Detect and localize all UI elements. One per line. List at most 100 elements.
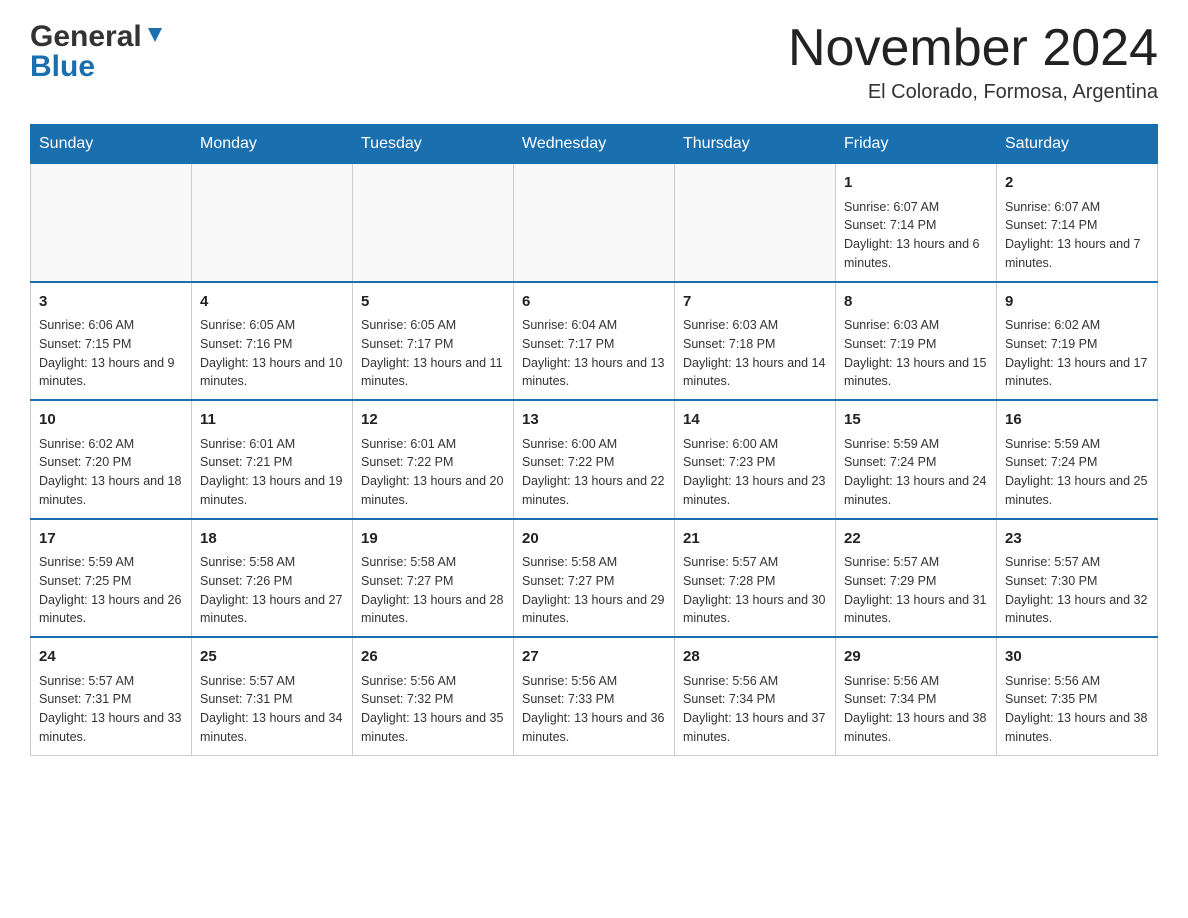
calendar-cell: 26Sunrise: 5:56 AM Sunset: 7:32 PM Dayli… [353, 637, 514, 755]
day-info: Sunrise: 6:04 AM Sunset: 7:17 PM Dayligh… [522, 316, 666, 391]
day-number: 11 [200, 409, 344, 432]
calendar-cell: 28 Sunrise: 5:56 AM Sunset: 7:34 PM Dayli… [675, 637, 836, 755]
day-info: Sunrise: 5:58 AM Sunset: 7:27 PM Dayligh… [522, 553, 666, 628]
month-title: November 2024 [788, 20, 1158, 77]
day-info: Sunrise: 5:57 AM Sunset: 7:30 PM Dayligh… [1005, 553, 1149, 628]
location-subtitle: El Colorado, Formosa, Argentina [788, 81, 1158, 104]
day-info: Sunrise: 6:03 AM Sunset: 7:18 PM Dayligh… [683, 316, 827, 391]
day-number: 22 [844, 528, 988, 551]
day-info: Sunrise: 6:01 AM Sunset: 7:22 PM Dayligh… [361, 435, 505, 510]
page-header: General Blue November 2024 El Colorado, … [30, 20, 1158, 104]
day-info: Sunrise: 5:57 AM Sunset: 7:28 PM Dayligh… [683, 553, 827, 628]
day-number: 18 [200, 528, 344, 551]
day-number: 7 [683, 291, 827, 314]
day-number: 29 [844, 646, 988, 669]
calendar-cell [514, 164, 675, 282]
calendar-cell: 27Sunrise: 5:56 AM Sunset: 7:33 PM Dayli… [514, 637, 675, 755]
day-info: Sunrise: 6:02 AM Sunset: 7:20 PM Dayligh… [39, 435, 183, 510]
calendar-header-thursday: Thursday [675, 125, 836, 164]
calendar-cell: 11 Sunrise: 6:01 AM Sunset: 7:21 PM Dayli… [192, 400, 353, 519]
calendar-header-friday: Friday [836, 125, 997, 164]
calendar-cell: 7Sunrise: 6:03 AM Sunset: 7:18 PM Daylig… [675, 282, 836, 401]
day-info: Sunrise: 5:56 AM Sunset: 7:32 PM Dayligh… [361, 672, 505, 747]
day-info: Sunrise: 5:58 AM Sunset: 7:27 PM Dayligh… [361, 553, 505, 628]
calendar-cell: 1 Sunrise: 6:07 AM Sunset: 7:14 PM Daylig… [836, 164, 997, 282]
calendar-cell: 23Sunrise: 5:57 AM Sunset: 7:30 PM Dayli… [997, 519, 1158, 638]
day-number: 10 [39, 409, 183, 432]
calendar-cell: 12 Sunrise: 6:01 AM Sunset: 7:22 PM Dayli… [353, 400, 514, 519]
calendar-cell: 16Sunrise: 5:59 AM Sunset: 7:24 PM Dayli… [997, 400, 1158, 519]
day-number: 9 [1005, 291, 1149, 314]
day-info: Sunrise: 5:58 AM Sunset: 7:26 PM Dayligh… [200, 553, 344, 628]
day-info: Sunrise: 5:56 AM Sunset: 7:34 PM Dayligh… [844, 672, 988, 747]
day-info: Sunrise: 6:07 AM Sunset: 7:14 PM Dayligh… [1005, 198, 1149, 273]
day-number: 24 [39, 646, 183, 669]
day-number: 14 [683, 409, 827, 432]
day-number: 25 [200, 646, 344, 669]
calendar-week-row: 3Sunrise: 6:06 AM Sunset: 7:15 PM Daylig… [31, 282, 1158, 401]
calendar-header-tuesday: Tuesday [353, 125, 514, 164]
calendar-header-sunday: Sunday [31, 125, 192, 164]
day-info: Sunrise: 6:06 AM Sunset: 7:15 PM Dayligh… [39, 316, 183, 391]
calendar-week-row: 10 Sunrise: 6:02 AM Sunset: 7:20 PM Dayli… [31, 400, 1158, 519]
calendar-cell: 9Sunrise: 6:02 AM Sunset: 7:19 PM Daylig… [997, 282, 1158, 401]
calendar-cell [353, 164, 514, 282]
calendar-cell: 24Sunrise: 5:57 AM Sunset: 7:31 PM Dayli… [31, 637, 192, 755]
day-info: Sunrise: 5:57 AM Sunset: 7:31 PM Dayligh… [200, 672, 344, 747]
calendar-cell: 3Sunrise: 6:06 AM Sunset: 7:15 PM Daylig… [31, 282, 192, 401]
logo: General Blue [30, 20, 166, 84]
calendar-cell: 13 Sunrise: 6:00 AM Sunset: 7:22 PM Dayli… [514, 400, 675, 519]
day-number: 15 [844, 409, 988, 432]
calendar-header-row: SundayMondayTuesdayWednesdayThursdayFrid… [31, 125, 1158, 164]
day-info: Sunrise: 6:05 AM Sunset: 7:16 PM Dayligh… [200, 316, 344, 391]
day-info: Sunrise: 6:05 AM Sunset: 7:17 PM Dayligh… [361, 316, 505, 391]
calendar-cell: 17Sunrise: 5:59 AM Sunset: 7:25 PM Dayli… [31, 519, 192, 638]
calendar-cell: 15Sunrise: 5:59 AM Sunset: 7:24 PM Dayli… [836, 400, 997, 519]
day-info: Sunrise: 6:03 AM Sunset: 7:19 PM Dayligh… [844, 316, 988, 391]
calendar-cell: 19Sunrise: 5:58 AM Sunset: 7:27 PM Dayli… [353, 519, 514, 638]
calendar-cell: 5Sunrise: 6:05 AM Sunset: 7:17 PM Daylig… [353, 282, 514, 401]
day-info: Sunrise: 5:59 AM Sunset: 7:24 PM Dayligh… [1005, 435, 1149, 510]
day-number: 28 [683, 646, 827, 669]
calendar-week-row: 24 Sunrise: 5:57 AM Sunset: 7:31 PM Dayli… [31, 637, 1158, 755]
calendar-cell: 8Sunrise: 6:03 AM Sunset: 7:19 PM Daylig… [836, 282, 997, 401]
day-number: 30 [1005, 646, 1149, 669]
calendar-cell: 18Sunrise: 5:58 AM Sunset: 7:26 PM Dayli… [192, 519, 353, 638]
day-info: Sunrise: 6:01 AM Sunset: 7:21 PM Dayligh… [200, 435, 344, 510]
calendar-cell: 14 Sunrise: 6:00 AM Sunset: 7:23 PM Dayli… [675, 400, 836, 519]
title-section: November 2024 El Colorado, Formosa, Arge… [788, 20, 1158, 104]
day-number: 4 [200, 291, 344, 314]
day-info: Sunrise: 5:59 AM Sunset: 7:25 PM Dayligh… [39, 553, 183, 628]
calendar-cell: 20Sunrise: 5:58 AM Sunset: 7:27 PM Dayli… [514, 519, 675, 638]
calendar-cell: 29 Sunrise: 5:56 AM Sunset: 7:34 PM Dayli… [836, 637, 997, 755]
calendar-cell: 10 Sunrise: 6:02 AM Sunset: 7:20 PM Dayli… [31, 400, 192, 519]
day-number: 1 [844, 172, 988, 195]
calendar-cell: 4Sunrise: 6:05 AM Sunset: 7:16 PM Daylig… [192, 282, 353, 401]
calendar-cell [675, 164, 836, 282]
day-info: Sunrise: 6:00 AM Sunset: 7:23 PM Dayligh… [683, 435, 827, 510]
logo-arrow-icon [144, 24, 166, 51]
calendar-cell: 25 Sunrise: 5:57 AM Sunset: 7:31 PM Dayli… [192, 637, 353, 755]
day-info: Sunrise: 5:56 AM Sunset: 7:35 PM Dayligh… [1005, 672, 1149, 747]
calendar-header-saturday: Saturday [997, 125, 1158, 164]
day-info: Sunrise: 6:07 AM Sunset: 7:14 PM Dayligh… [844, 198, 988, 273]
logo-general-text: General [30, 20, 142, 54]
day-number: 3 [39, 291, 183, 314]
day-number: 6 [522, 291, 666, 314]
calendar-week-row: 1 Sunrise: 6:07 AM Sunset: 7:14 PM Daylig… [31, 164, 1158, 282]
day-number: 23 [1005, 528, 1149, 551]
day-info: Sunrise: 5:57 AM Sunset: 7:29 PM Dayligh… [844, 553, 988, 628]
day-info: Sunrise: 5:56 AM Sunset: 7:34 PM Dayligh… [683, 672, 827, 747]
day-info: Sunrise: 6:00 AM Sunset: 7:22 PM Dayligh… [522, 435, 666, 510]
calendar-header-wednesday: Wednesday [514, 125, 675, 164]
day-number: 2 [1005, 172, 1149, 195]
calendar-cell [31, 164, 192, 282]
day-number: 8 [844, 291, 988, 314]
day-info: Sunrise: 5:56 AM Sunset: 7:33 PM Dayligh… [522, 672, 666, 747]
calendar-cell [192, 164, 353, 282]
calendar-cell: 6Sunrise: 6:04 AM Sunset: 7:17 PM Daylig… [514, 282, 675, 401]
calendar-header-monday: Monday [192, 125, 353, 164]
day-number: 12 [361, 409, 505, 432]
day-number: 13 [522, 409, 666, 432]
day-info: Sunrise: 6:02 AM Sunset: 7:19 PM Dayligh… [1005, 316, 1149, 391]
